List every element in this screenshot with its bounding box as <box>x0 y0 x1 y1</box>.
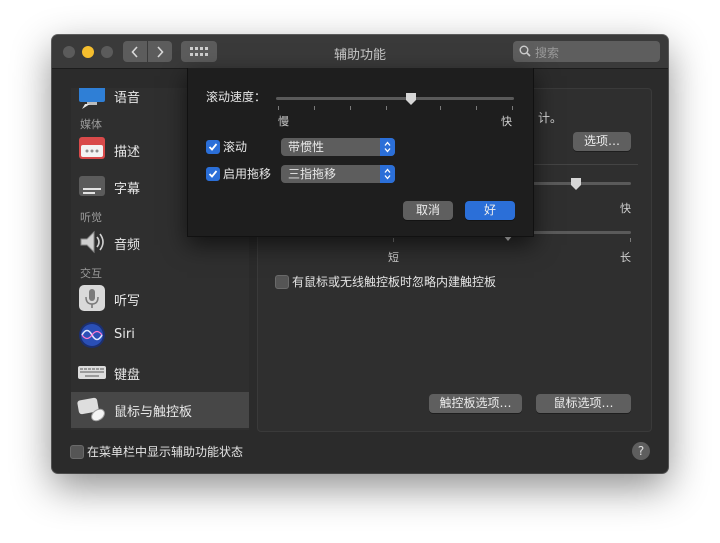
scrolling-checkbox[interactable] <box>206 140 220 154</box>
descriptions-icon <box>77 134 107 164</box>
scroll-speed-slider[interactable] <box>276 97 514 100</box>
audio-icon <box>77 227 107 257</box>
sidebar-item-label: 键盘 <box>114 368 141 383</box>
sidebar-item-mouse-trackpad[interactable]: 鼠标与触控板 <box>71 392 249 428</box>
slider-tick <box>314 106 315 110</box>
sidebar-header-media: 媒体 <box>80 118 102 131</box>
sidebar-item-dictation[interactable]: 听写 <box>71 281 249 317</box>
ok-button[interactable]: 好 <box>465 201 515 220</box>
trackpad-options-button[interactable]: 触控板选项… <box>429 394 522 413</box>
siri-icon <box>77 320 107 350</box>
divider <box>533 164 638 165</box>
drag-checkbox[interactable] <box>206 167 220 181</box>
search-field[interactable]: 搜索 <box>513 41 660 62</box>
scrolling-label: 滚动 <box>223 140 248 154</box>
scrolling-popup[interactable]: 带惯性 <box>281 138 395 156</box>
sidebar-item-label: 音频 <box>114 238 141 253</box>
delay-short-label: 短 <box>388 251 399 264</box>
slider-knob[interactable] <box>570 177 582 191</box>
double-click-speed-slider[interactable] <box>533 182 631 185</box>
ignore-trackpad-checkbox[interactable] <box>275 275 289 289</box>
drag-popup-value: 三指拖移 <box>288 167 337 181</box>
trackpad-options-sheet: 滚动速度： 慢 快 滚动 带惯性 启用拖移 三指拖移 取消 好 <box>187 68 534 237</box>
show-in-menubar-label: 在菜单栏中显示辅助功能状态 <box>87 445 244 459</box>
show-in-menubar-checkbox[interactable] <box>70 445 84 459</box>
drag-style-popup[interactable]: 三指拖移 <box>281 165 395 183</box>
speech-icon <box>77 88 107 110</box>
scroll-speed-label: 滚动速度： <box>206 90 267 104</box>
popup-arrows-icon <box>380 138 395 156</box>
slider-tick <box>350 106 351 110</box>
speed-fast-label: 快 <box>620 202 631 215</box>
scroll-speed-knob[interactable] <box>405 92 417 106</box>
slider-tick <box>393 238 394 242</box>
search-placeholder: 搜索 <box>535 46 560 60</box>
slow-label: 慢 <box>278 115 289 128</box>
sidebar-item-label: Siri <box>114 327 135 342</box>
help-button[interactable]: ? <box>632 442 650 460</box>
sidebar-header-interacting: 交互 <box>80 267 102 280</box>
title-bar: 辅助功能 搜索 <box>52 35 668 69</box>
sidebar-item-label: 鼠标与触控板 <box>114 405 193 420</box>
delay-long-label: 长 <box>620 251 631 264</box>
sidebar-item-label: 描述 <box>114 145 141 160</box>
cancel-button[interactable]: 取消 <box>403 201 453 220</box>
mouse-options-button[interactable]: 鼠标选项… <box>536 394 631 413</box>
slider-tick <box>386 106 387 110</box>
dictation-icon <box>77 283 107 313</box>
slider-tick <box>476 106 477 110</box>
slider-tick <box>278 106 279 110</box>
sidebar-item-siri[interactable]: Siri <box>71 318 249 354</box>
slider-tick <box>630 238 631 242</box>
keyboard-icon <box>77 357 107 387</box>
popup-arrows-icon <box>380 165 395 183</box>
slider-tick <box>440 106 441 110</box>
checkmark-icon <box>208 143 218 151</box>
options-button[interactable]: 选项… <box>573 132 631 151</box>
ignore-trackpad-label: 有鼠标或无线触控板时忽略内建触控板 <box>292 275 497 289</box>
sidebar-item-label: 语音 <box>114 91 141 106</box>
sidebar-item-label: 字幕 <box>114 182 141 197</box>
scrolling-popup-value: 带惯性 <box>288 140 325 154</box>
slider-tick <box>512 106 513 110</box>
captions-icon <box>77 171 107 201</box>
fast-label: 快 <box>501 115 512 128</box>
panel-description-text: 计。 <box>538 111 563 125</box>
search-icon <box>519 45 531 57</box>
sidebar-header-hearing: 听觉 <box>80 211 102 224</box>
checkmark-icon <box>208 170 218 178</box>
sidebar-item-keyboard[interactable]: 键盘 <box>71 355 249 391</box>
mouse-trackpad-icon <box>77 394 107 424</box>
sidebar-item-label: 听写 <box>114 294 141 309</box>
drag-label: 启用拖移 <box>223 167 272 181</box>
